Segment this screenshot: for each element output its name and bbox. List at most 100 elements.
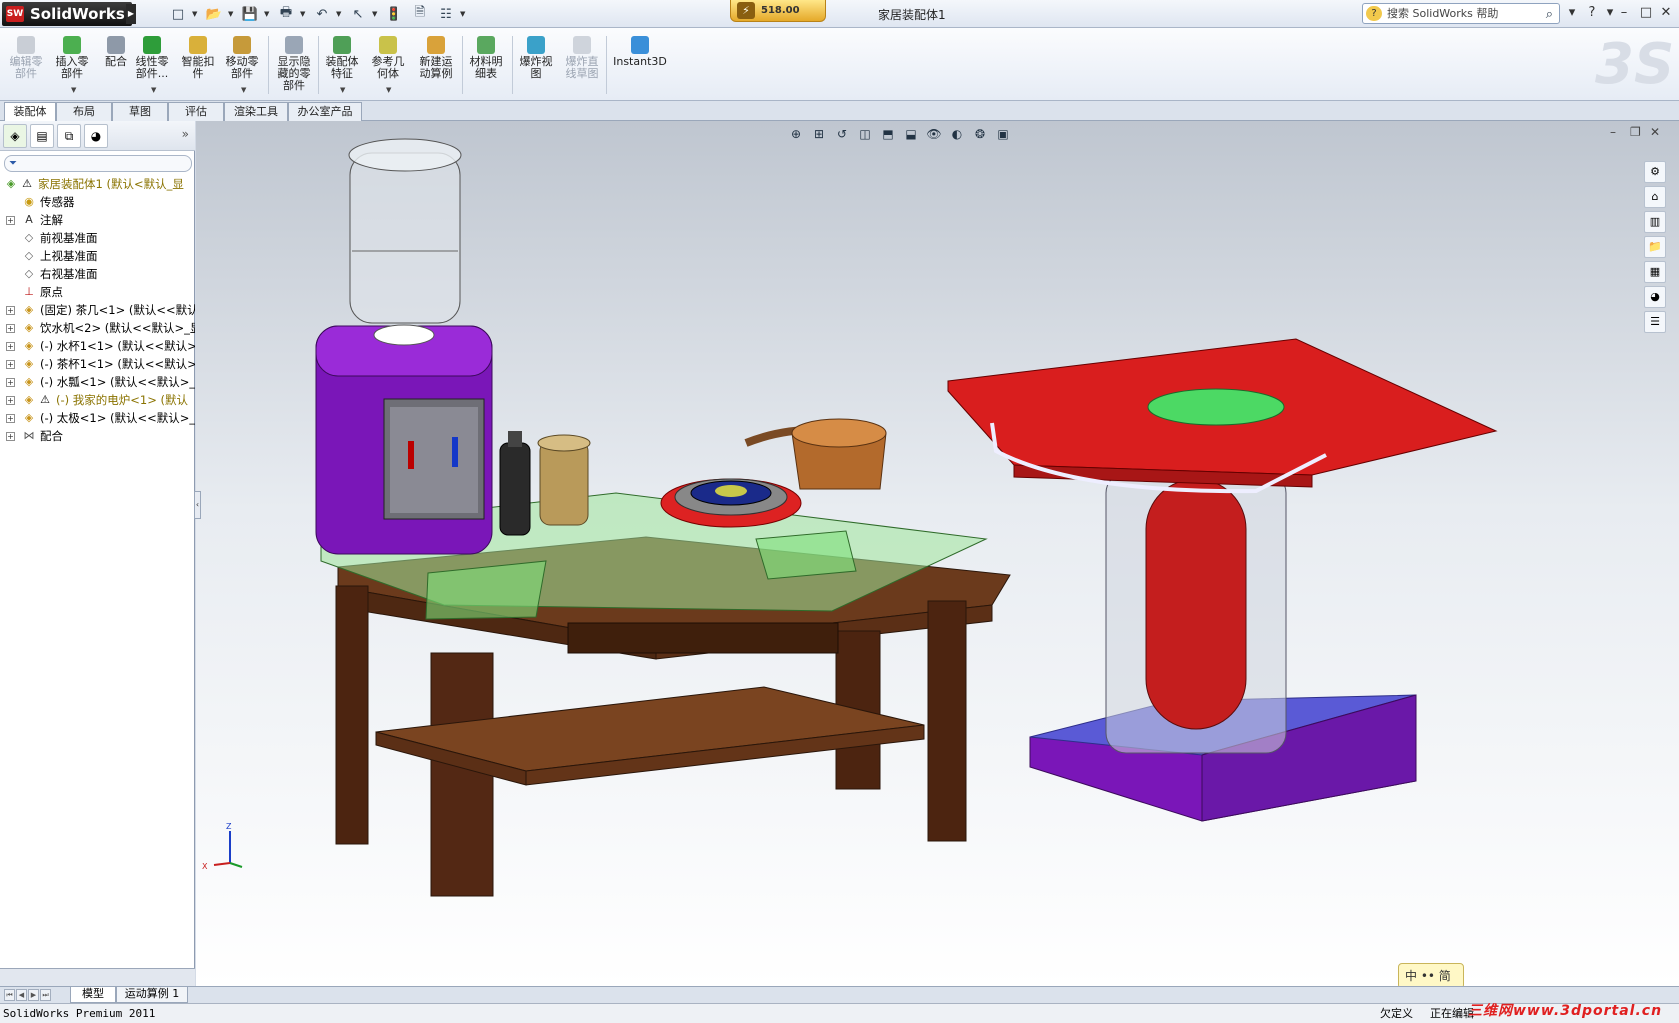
tree-item[interactable]: ⊥ 原点 bbox=[0, 283, 195, 301]
minimize-icon[interactable]: – bbox=[1614, 4, 1634, 22]
help-icon[interactable]: ? bbox=[1582, 4, 1602, 22]
close-icon[interactable]: ✕ bbox=[1656, 4, 1676, 22]
panel-bottom-bar bbox=[0, 968, 195, 986]
tree-item[interactable]: + ◈ (-) 太极<1> (默认<<默认>_ bbox=[0, 409, 195, 427]
tree-item[interactable]: + ⋈ 配合 bbox=[0, 427, 195, 445]
tree-item[interactable]: ◉ 传感器 bbox=[0, 193, 195, 211]
tab-evaluate[interactable]: 评估 bbox=[168, 102, 224, 121]
tree-item[interactable]: + ◈ 饮水机<2> (默认<<默认>_显 bbox=[0, 319, 195, 337]
tree-item[interactable]: + ◈ (-) 水杯1<1> (默认<<默认> bbox=[0, 337, 195, 355]
tree-expand-icon[interactable]: + bbox=[6, 216, 15, 225]
water-ladle-model[interactable] bbox=[744, 418, 887, 490]
tree-item[interactable]: + ◈ (-) 茶杯1<1> (默认<<默认> bbox=[0, 355, 195, 373]
water-dispenser-model[interactable] bbox=[315, 138, 493, 555]
tree-item[interactable]: + A 注解 bbox=[0, 211, 195, 229]
insert-component-dropdown-icon[interactable]: ▼ bbox=[71, 86, 76, 94]
help-search-input[interactable]: ? 搜索 SolidWorks 帮助 ⌕ bbox=[1362, 3, 1560, 24]
feature-manager-tab-icon[interactable]: ◈ bbox=[3, 124, 27, 148]
first-tab-icon[interactable]: ⏮ bbox=[4, 989, 15, 1001]
annotation-icon: A bbox=[25, 213, 33, 226]
sensor-icon: ◉ bbox=[24, 195, 34, 208]
tree-filter-input[interactable]: ⏷ bbox=[4, 155, 192, 172]
property-manager-tab-icon[interactable]: ▤ bbox=[30, 124, 54, 148]
warning-icon: ⚠ bbox=[40, 393, 50, 406]
search-icon[interactable]: ⌕ bbox=[1546, 5, 1553, 24]
open-dropdown-icon[interactable]: ▼ bbox=[228, 4, 236, 24]
solidworks-logo[interactable]: SW SolidWorks bbox=[2, 2, 132, 26]
new-dropdown-icon[interactable]: ▼ bbox=[192, 4, 200, 24]
product-name: SolidWorks Premium 2011 bbox=[3, 1007, 156, 1020]
tree-expand-icon[interactable]: + bbox=[6, 378, 15, 387]
mates-icon: ⋈ bbox=[23, 429, 35, 442]
tree-expand-icon[interactable]: + bbox=[6, 414, 15, 423]
menu-arrow-icon[interactable]: ▶ bbox=[126, 4, 136, 24]
tree-item[interactable]: + ◈ ⚠ (-) 我家的电炉<1> (默认 bbox=[0, 391, 195, 409]
undo-dropdown-icon[interactable]: ▼ bbox=[336, 4, 344, 24]
tree-expand-icon[interactable]: + bbox=[6, 306, 15, 315]
new-document-icon[interactable]: □ bbox=[166, 4, 190, 24]
new-motion-study-button[interactable]: 新建运 动算例 bbox=[414, 34, 458, 98]
tab-layout[interactable]: 布局 bbox=[56, 102, 112, 121]
tree-expand-icon[interactable]: + bbox=[6, 432, 15, 441]
options-icon[interactable]: ☷ bbox=[434, 4, 458, 24]
tree-item[interactable]: + ◈ (-) 水瓢<1> (默认<<默认>_ bbox=[0, 373, 195, 391]
edit-component-button[interactable]: 编辑零 部件 bbox=[4, 34, 48, 98]
tree-expand-icon[interactable]: + bbox=[6, 396, 15, 405]
command-tabs: 装配体 布局 草图 评估 渲染工具 办公室产品 bbox=[0, 101, 1679, 122]
save-dropdown-icon[interactable]: ▼ bbox=[264, 4, 272, 24]
tree-item[interactable]: ◇ 上视基准面 bbox=[0, 247, 195, 265]
smart-fasteners-button[interactable]: 智能扣 件 bbox=[176, 34, 220, 98]
tree-expand-icon[interactable]: + bbox=[6, 342, 15, 351]
show-hidden-components-button[interactable]: 显示隐 藏的零 部件 bbox=[272, 34, 316, 98]
exploded-view-button[interactable]: 爆炸视 图 bbox=[514, 34, 558, 98]
graphics-area[interactable]: ‹ ⊕ ⊞ ↺ ◫ ⬒ ⬓ 👁 ◐ ❂ ▣ – ❐ ✕ ⚙ ⌂ ▥ 📁 ▦ ◕ … bbox=[194, 121, 1679, 986]
instant3d-button[interactable]: Instant3D bbox=[610, 34, 670, 98]
tab-office-products[interactable]: 办公室产品 bbox=[288, 102, 362, 121]
search-dropdown-icon[interactable]: ▾ bbox=[1562, 4, 1582, 22]
tab-render-tools[interactable]: 渲染工具 bbox=[224, 102, 288, 121]
assembly-features-dropdown-icon[interactable]: ▼ bbox=[340, 86, 345, 94]
bom-icon bbox=[477, 36, 495, 54]
select-dropdown-icon[interactable]: ▼ bbox=[372, 4, 380, 24]
electric-stove-model[interactable] bbox=[660, 478, 802, 528]
tree-item[interactable]: ◇ 右视基准面 bbox=[0, 265, 195, 283]
print-icon[interactable]: 🖶 bbox=[274, 4, 298, 24]
tree-expand-icon[interactable]: + bbox=[6, 360, 15, 369]
maximize-icon[interactable]: □ bbox=[1636, 4, 1656, 22]
assembly-features-icon bbox=[333, 36, 351, 54]
explode-line-sketch-button[interactable]: 爆炸直 线草图 bbox=[560, 34, 604, 98]
tree-item[interactable]: + ◈ (固定) 茶几<1> (默认<<默认 bbox=[0, 301, 195, 319]
prev-tab-icon[interactable]: ◀ bbox=[16, 989, 27, 1001]
linear-pattern-dropdown-icon[interactable]: ▼ bbox=[151, 86, 156, 94]
undo-icon[interactable]: ↶ bbox=[310, 4, 334, 24]
cup-model[interactable] bbox=[537, 434, 591, 526]
tab-assembly[interactable]: 装配体 bbox=[4, 102, 56, 122]
select-cursor-icon[interactable]: ↖ bbox=[346, 4, 370, 24]
file-properties-icon[interactable]: 🗎 bbox=[408, 4, 432, 24]
last-tab-icon[interactable]: ⏭ bbox=[40, 989, 51, 1001]
bill-of-materials-button[interactable]: 材料明 细表 bbox=[464, 34, 508, 98]
tab-motion-study-1[interactable]: 运动算例 1 bbox=[116, 987, 188, 1003]
document-title: 家居装配体1 bbox=[878, 8, 946, 22]
more-tabs-icon[interactable]: » bbox=[182, 127, 189, 141]
display-manager-tab-icon[interactable]: ◕ bbox=[84, 124, 108, 148]
tree-item[interactable]: ◈ ⚠ 家居装配体1 (默认<默认_显 bbox=[0, 175, 195, 193]
tree-expand-icon[interactable]: + bbox=[6, 324, 15, 333]
tai-chi-table-model[interactable] bbox=[947, 338, 1498, 822]
tree-item[interactable]: ◇ 前视基准面 bbox=[0, 229, 195, 247]
assembly-warning-icon: ◈ bbox=[6, 177, 16, 190]
reference-geometry-dropdown-icon[interactable]: ▼ bbox=[386, 86, 391, 94]
move-component-dropdown-icon[interactable]: ▼ bbox=[241, 86, 246, 94]
open-folder-icon[interactable]: 📂 bbox=[202, 4, 226, 24]
print-dropdown-icon[interactable]: ▼ bbox=[300, 4, 308, 24]
configuration-manager-tab-icon[interactable]: ⧉ bbox=[57, 124, 81, 148]
bottle-model[interactable] bbox=[499, 431, 531, 536]
linear-pattern-icon bbox=[143, 36, 161, 54]
rebuild-icon[interactable]: 🚦 bbox=[382, 4, 406, 24]
options-dropdown-icon[interactable]: ▼ bbox=[460, 4, 468, 24]
save-icon[interactable]: 💾 bbox=[238, 4, 262, 24]
plane-icon: ◇ bbox=[24, 267, 34, 280]
tab-model[interactable]: 模型 bbox=[70, 987, 116, 1003]
next-tab-icon[interactable]: ▶ bbox=[28, 989, 39, 1001]
tab-sketch[interactable]: 草图 bbox=[112, 102, 168, 121]
